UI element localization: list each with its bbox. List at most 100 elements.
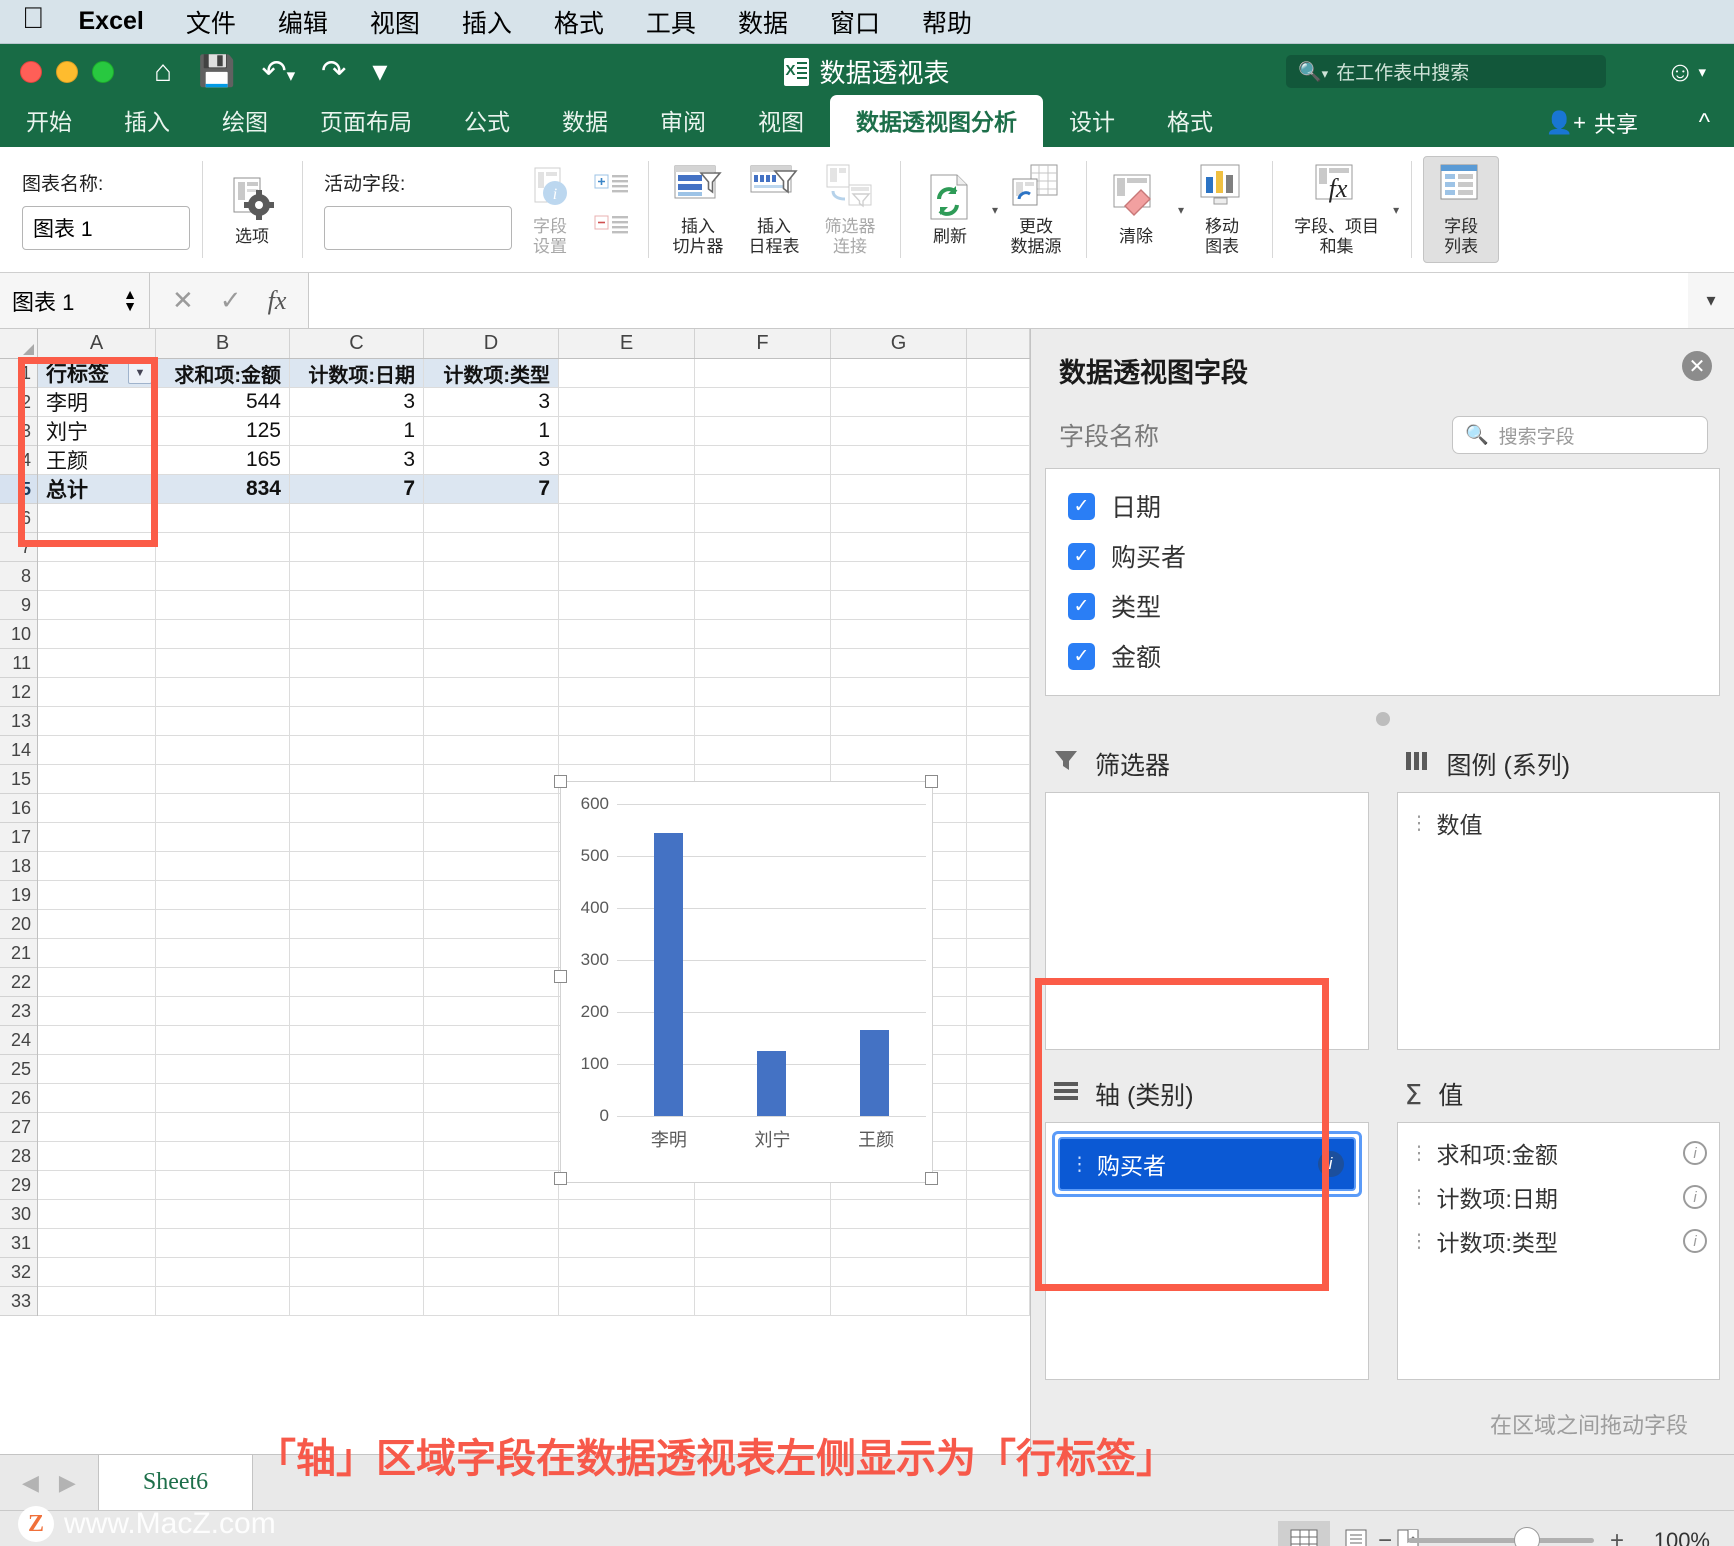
- grid-cell[interactable]: [38, 1200, 156, 1229]
- info-icon[interactable]: i: [1683, 1141, 1707, 1165]
- info-icon[interactable]: i: [1683, 1185, 1707, 1209]
- menu-item-tools[interactable]: 工具: [625, 4, 717, 40]
- row-header-4[interactable]: 4: [0, 446, 37, 475]
- grid-cell[interactable]: [559, 504, 695, 533]
- chart-bar[interactable]: [757, 1051, 786, 1116]
- grid-cell[interactable]: [290, 823, 424, 852]
- row-header-31[interactable]: 31: [0, 1229, 37, 1258]
- search-field-input[interactable]: 🔍 搜索字段: [1452, 416, 1708, 454]
- grid-cell[interactable]: [156, 533, 290, 562]
- grid-cell[interactable]: [424, 736, 559, 765]
- grid-cell[interactable]: [967, 1084, 1030, 1113]
- grid-cell[interactable]: [290, 504, 424, 533]
- undo-icon[interactable]: ↶▾: [261, 56, 295, 87]
- share-button[interactable]: 👤+ 共享: [1546, 107, 1638, 139]
- close-window-button[interactable]: [20, 60, 42, 83]
- grid-cell[interactable]: [831, 649, 967, 678]
- column-header-D[interactable]: D: [424, 329, 559, 358]
- grid-cell[interactable]: [559, 649, 695, 678]
- grid-cell[interactable]: [290, 997, 424, 1026]
- grid-cell[interactable]: [156, 707, 290, 736]
- chart-handle-bl[interactable]: [554, 1172, 567, 1185]
- grid-cell[interactable]: [559, 388, 695, 417]
- worksheet-grid[interactable]: A B C D E F G 1 2 3 4 5 6 7 8 9 10 11 12 13 14 15 16 17 1…: [0, 329, 1030, 1454]
- grid-cell[interactable]: 3: [424, 446, 559, 475]
- grid-cell[interactable]: [695, 504, 831, 533]
- grid-cell[interactable]: [967, 359, 1030, 388]
- grid-cell[interactable]: [156, 649, 290, 678]
- row-header-20[interactable]: 20: [0, 910, 37, 939]
- grid-cell[interactable]: [967, 852, 1030, 881]
- row-header-30[interactable]: 30: [0, 1200, 37, 1229]
- refresh-button[interactable]: 刷新: [912, 169, 988, 250]
- grid-cell[interactable]: [967, 504, 1030, 533]
- grid-cell[interactable]: [38, 504, 156, 533]
- tab-data[interactable]: 数据: [536, 97, 634, 147]
- row-header-10[interactable]: 10: [0, 620, 37, 649]
- grid-cell[interactable]: 李明: [38, 388, 156, 417]
- row-header-33[interactable]: 33: [0, 1287, 37, 1316]
- grid-cell[interactable]: [559, 562, 695, 591]
- grid-cell[interactable]: [967, 678, 1030, 707]
- grid-cell[interactable]: [967, 1055, 1030, 1084]
- grid-cell[interactable]: [290, 1229, 424, 1258]
- confirm-icon[interactable]: ✓: [220, 285, 242, 316]
- grid-cell[interactable]: [967, 1258, 1030, 1287]
- grid-cell[interactable]: [38, 823, 156, 852]
- grid-cell[interactable]: [38, 881, 156, 910]
- grid-cell[interactable]: [695, 620, 831, 649]
- grid-cell[interactable]: [831, 417, 967, 446]
- grid-cell[interactable]: 834: [156, 475, 290, 504]
- grid-cell[interactable]: [156, 1171, 290, 1200]
- grid-cell[interactable]: [38, 562, 156, 591]
- grid-cell[interactable]: [559, 591, 695, 620]
- grid-cell[interactable]: [38, 1287, 156, 1316]
- grid-cell[interactable]: [38, 678, 156, 707]
- row-header-14[interactable]: 14: [0, 736, 37, 765]
- checkbox-amount[interactable]: ✓: [1068, 642, 1095, 670]
- grid-cell[interactable]: [967, 475, 1030, 504]
- grid-cell[interactable]: [290, 968, 424, 997]
- grid-cell[interactable]: [290, 765, 424, 794]
- menu-item-window[interactable]: 窗口: [809, 4, 901, 40]
- grid-cell[interactable]: [290, 1142, 424, 1171]
- grid-cell[interactable]: [290, 1055, 424, 1084]
- grid-cell[interactable]: [290, 620, 424, 649]
- grid-cell[interactable]: [290, 591, 424, 620]
- grid-cell[interactable]: [695, 1287, 831, 1316]
- chip-axis-buyer[interactable]: ⋮ 购买者 i: [1058, 1137, 1356, 1191]
- column-header-C[interactable]: C: [290, 329, 424, 358]
- grid-cell[interactable]: 3: [290, 388, 424, 417]
- cell-row-labels-header[interactable]: 行标签 ▼: [38, 359, 156, 388]
- move-chart-button[interactable]: 移动 图表: [1184, 159, 1260, 259]
- grid-cell[interactable]: [290, 852, 424, 881]
- grid-cell[interactable]: [290, 910, 424, 939]
- grid-cell[interactable]: [424, 794, 559, 823]
- grid-cell[interactable]: [831, 388, 967, 417]
- grid-cell[interactable]: [424, 1229, 559, 1258]
- grid-cell[interactable]: [424, 678, 559, 707]
- row-header-9[interactable]: 9: [0, 591, 37, 620]
- grid-cell[interactable]: [831, 504, 967, 533]
- grid-cell[interactable]: [695, 533, 831, 562]
- grid-cell[interactable]: [559, 446, 695, 475]
- grid-cell[interactable]: [290, 1287, 424, 1316]
- grid-cell[interactable]: 刘宁: [38, 417, 156, 446]
- grid-cell[interactable]: [831, 475, 967, 504]
- expand-field-icon[interactable]: [594, 173, 630, 206]
- grid-cell[interactable]: [38, 707, 156, 736]
- row-header-32[interactable]: 32: [0, 1258, 37, 1287]
- grid-cell[interactable]: [559, 620, 695, 649]
- row-header-24[interactable]: 24: [0, 1026, 37, 1055]
- grid-cell[interactable]: [695, 591, 831, 620]
- checkbox-date[interactable]: ✓: [1068, 492, 1095, 520]
- grid-cell[interactable]: [424, 939, 559, 968]
- pane-resize-handle[interactable]: [1375, 712, 1390, 726]
- grid-cell[interactable]: [967, 446, 1030, 475]
- column-header-G[interactable]: G: [831, 329, 967, 358]
- grid-cell[interactable]: [967, 1229, 1030, 1258]
- row-header-21[interactable]: 21: [0, 939, 37, 968]
- grid-cell[interactable]: [38, 1055, 156, 1084]
- zoom-in-button[interactable]: +: [1610, 1527, 1624, 1546]
- grid-cell[interactable]: [831, 591, 967, 620]
